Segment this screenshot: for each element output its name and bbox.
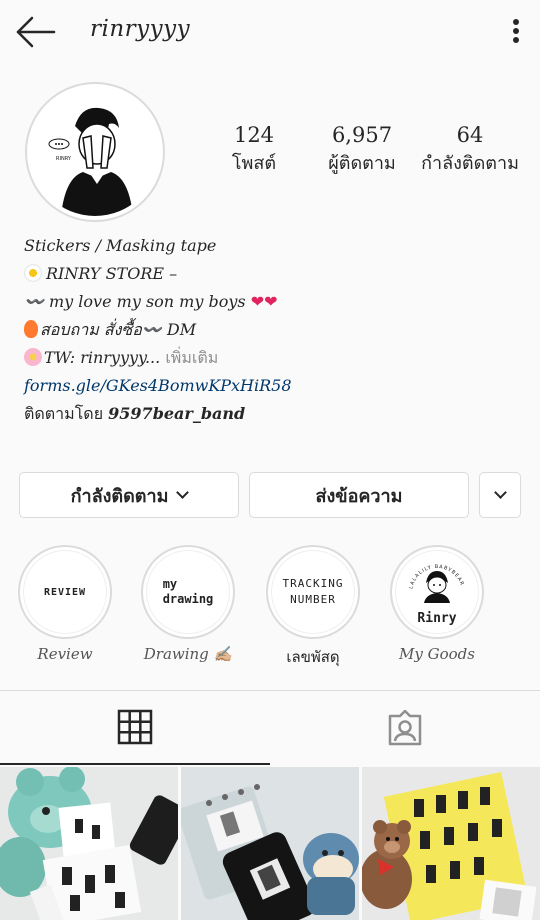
highlight-cover: LALALILY BABYBEAR Rinry: [395, 550, 479, 634]
more-options-button[interactable]: [510, 16, 522, 46]
bio-line-4: สอบถาม สั่งซื้อ〰️ DM: [24, 316, 524, 344]
profile-stats: 124 โพสต์ 6,957 ผู้ติดตาม 64 กำลังติดตาม: [200, 120, 525, 178]
bio-more-link[interactable]: เพิ่มเติม: [165, 348, 218, 367]
suggested-accounts-button[interactable]: [479, 472, 521, 518]
posts-count: 124: [233, 123, 275, 147]
highlight-cover: REVIEW: [23, 550, 107, 634]
blossom-icon: [24, 348, 42, 366]
followed-by[interactable]: ติดตามโดย 9597bear_band: [24, 400, 524, 428]
back-button[interactable]: [14, 14, 58, 50]
following-count: 64: [456, 123, 484, 147]
balloon-icon: [24, 320, 38, 338]
message-button-label: ส่งข้อความ: [315, 485, 403, 507]
following-button[interactable]: กำลังติดตาม: [19, 472, 239, 518]
post-image: [0, 767, 178, 920]
daisy-icon: [24, 264, 42, 282]
message-button[interactable]: ส่งข้อความ: [249, 472, 469, 518]
svg-text:RINRY: RINRY: [56, 156, 72, 162]
followers-label: ผู้ติดตาม: [328, 153, 396, 174]
bio-line-3: 〰️ my love my son my boys ❤❤: [24, 292, 278, 311]
bio-link[interactable]: forms.gle/GKes4BomwKPxHiR58: [24, 372, 524, 400]
tagged-icon: [388, 710, 422, 746]
followers-count: 6,957: [331, 123, 393, 147]
highlight-drawing[interactable]: my drawing Drawing ✍🏼: [140, 545, 236, 663]
highlight-review[interactable]: REVIEW Review: [17, 545, 113, 663]
highlight-tracking[interactable]: TRACKING NUMBER เลขพัสดุ: [265, 545, 361, 669]
highlight-cover: my drawing: [146, 550, 230, 634]
highlight-cover: TRACKING NUMBER: [271, 550, 355, 634]
post-image: [362, 767, 540, 920]
highlight-my-goods[interactable]: LALALILY BABYBEAR Rinry My Goods: [389, 545, 485, 663]
post-thumbnail[interactable]: [362, 767, 540, 920]
stat-followers[interactable]: 6,957 ผู้ติดตาม: [308, 120, 416, 178]
following-label: กำลังติดตาม: [421, 153, 519, 174]
bio-line-1: Stickers / Masking tape: [24, 236, 217, 255]
post-thumbnail[interactable]: [0, 767, 178, 920]
top-bar: rinryyyy: [0, 0, 540, 66]
tab-tagged[interactable]: [270, 691, 540, 765]
avatar-image: RINRY: [31, 88, 159, 216]
post-thumbnail[interactable]: [181, 767, 359, 920]
arrow-left-icon: [16, 16, 56, 48]
post-image: [181, 767, 359, 920]
grid-icon: [117, 709, 153, 745]
profile-bio: Stickers / Masking tape RINRY STORE – 〰️…: [24, 232, 524, 428]
bio-line-2: RINRY STORE –: [24, 260, 524, 288]
highlight-label: Review: [37, 645, 93, 663]
posts-label: โพสต์: [231, 153, 277, 174]
stat-following[interactable]: 64 กำลังติดตาม: [416, 120, 524, 178]
following-button-label: กำลังติดตาม: [70, 485, 169, 507]
profile-username: rinryyyy: [90, 16, 191, 42]
highlight-label: Drawing ✍🏼: [143, 645, 233, 663]
heart-icon: ❤❤: [250, 292, 278, 311]
chevron-down-icon: [176, 486, 190, 499]
bio-line-5: TW: rinryyyy... เพิ่มเติม: [24, 344, 524, 372]
rinry-character-icon: LALALILY BABYBEAR: [408, 564, 464, 603]
highlight-label: เลขพัสดุ: [286, 648, 340, 666]
tab-grid[interactable]: [0, 691, 270, 765]
more-vertical-icon: [513, 19, 519, 25]
chevron-down-icon: [493, 486, 507, 499]
profile-avatar[interactable]: RINRY: [25, 82, 165, 222]
highlight-label: My Goods: [399, 645, 475, 663]
stat-posts[interactable]: 124 โพสต์: [200, 120, 308, 178]
